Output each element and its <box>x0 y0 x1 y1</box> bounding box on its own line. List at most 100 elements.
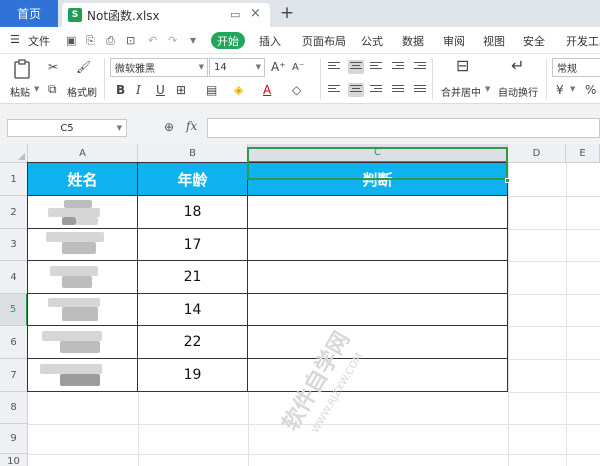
undo-icon[interactable]: ↶ <box>148 34 157 47</box>
paste-dropdown-icon[interactable]: ▼ <box>34 85 39 93</box>
cell-b7[interactable]: 19 <box>138 359 248 392</box>
font-name-select[interactable]: 微软雅黑 ▼ <box>110 58 208 77</box>
align-left-icon[interactable] <box>328 85 340 95</box>
quick-access-dropdown-icon[interactable]: ▼ <box>190 36 196 45</box>
print-preview-icon[interactable]: ⊡ <box>126 34 135 47</box>
row-header-7[interactable]: 7 <box>0 359 28 392</box>
tab-file[interactable]: S Not函数.xlsx ▭ × <box>62 3 270 27</box>
menu-developer[interactable]: 开发工具 <box>566 33 600 49</box>
gridline <box>508 326 600 327</box>
format-painter-icon[interactable]: 🖌 <box>76 60 91 74</box>
currency-icon[interactable]: ¥ <box>556 83 564 97</box>
cell-b6[interactable]: 22 <box>138 326 248 359</box>
cell-a1[interactable]: 姓名 <box>27 162 138 196</box>
distributed-icon[interactable] <box>414 85 426 95</box>
paste-icon[interactable] <box>12 58 34 80</box>
align-center-icon[interactable] <box>348 83 364 97</box>
border-icon[interactable]: ⊞ <box>176 83 186 97</box>
column-header-d[interactable]: D <box>508 144 566 163</box>
row-header-9[interactable]: 9 <box>0 424 28 454</box>
row-header-4[interactable]: 4 <box>0 261 28 294</box>
pin-icon[interactable]: ▭ <box>230 8 240 21</box>
gridline <box>508 229 600 230</box>
chevron-down-icon[interactable]: ▼ <box>485 85 490 93</box>
cell-c6[interactable] <box>248 326 508 359</box>
italic-icon[interactable]: I <box>136 83 141 97</box>
clear-format-icon[interactable]: ◇ <box>292 83 301 97</box>
menu-insert[interactable]: 插入 <box>259 33 281 49</box>
print-icon[interactable]: ⎙ <box>106 34 115 48</box>
select-all-button[interactable] <box>0 144 28 163</box>
column-header-b[interactable]: B <box>138 144 248 163</box>
save-icon[interactable]: ▣ <box>66 34 76 47</box>
row-header-8[interactable]: 8 <box>0 392 28 424</box>
cell-b4[interactable]: 21 <box>138 261 248 294</box>
name-box[interactable]: C5 ▼ <box>7 119 127 137</box>
row-header-6[interactable]: 6 <box>0 326 28 359</box>
zoom-search-icon[interactable]: ⊕ <box>164 120 174 134</box>
row-header-2[interactable]: 2 <box>0 196 28 229</box>
cell-b3[interactable]: 17 <box>138 229 248 261</box>
merge-center-icon[interactable]: ⊟ <box>456 58 469 74</box>
number-format-value: 常规 <box>557 64 577 75</box>
insert-function-button[interactable]: fx <box>186 119 197 133</box>
fill-color-icon[interactable]: ◈ <box>234 83 243 97</box>
cell-b2[interactable]: 18 <box>138 196 248 229</box>
menu-security[interactable]: 安全 <box>523 33 545 49</box>
gridline <box>138 390 139 466</box>
new-tab-button[interactable]: + <box>278 2 296 24</box>
tab-home[interactable]: 首页 <box>0 0 58 27</box>
cell-c3[interactable] <box>248 229 508 261</box>
chevron-down-icon[interactable]: ▼ <box>570 85 575 93</box>
column-header-a[interactable]: A <box>28 144 138 163</box>
menu-page-layout[interactable]: 页面布局 <box>302 33 346 49</box>
menu-start[interactable]: 开始 <box>211 32 245 49</box>
indent-decrease-icon[interactable] <box>392 62 404 72</box>
cut-icon[interactable]: ✂ <box>48 60 58 74</box>
cell-c5[interactable] <box>248 294 508 326</box>
menu-view[interactable]: 视图 <box>483 33 505 49</box>
font-color-icon[interactable]: A <box>263 83 271 97</box>
align-right-icon[interactable] <box>370 85 382 95</box>
close-icon[interactable]: × <box>250 6 261 21</box>
align-bottom-icon[interactable] <box>370 62 382 72</box>
row-header-5[interactable]: 5 <box>0 294 28 326</box>
cell-b1[interactable]: 年龄 <box>138 162 248 196</box>
underline-icon[interactable]: U <box>156 83 165 97</box>
number-format-select[interactable]: 常规 <box>552 58 600 77</box>
fill-handle[interactable] <box>505 178 510 183</box>
column-header-e[interactable]: E <box>566 144 600 163</box>
indent-increase-icon[interactable] <box>414 62 426 72</box>
format-painter-button[interactable]: 格式刷 <box>67 84 97 99</box>
copy-icon[interactable]: ⧉ <box>48 82 57 96</box>
font-size-select[interactable]: 14 ▼ <box>209 58 265 77</box>
export-icon[interactable]: ⎘ <box>86 34 95 48</box>
wrap-text-button[interactable]: 自动换行 <box>498 84 538 99</box>
menu-data[interactable]: 数据 <box>402 33 424 49</box>
bold-icon[interactable]: B <box>116 83 125 97</box>
cell-c2[interactable] <box>248 196 508 229</box>
align-middle-icon[interactable] <box>348 60 364 74</box>
row-header-1[interactable]: 1 <box>0 163 28 196</box>
active-cell-selection[interactable] <box>247 147 508 180</box>
decrease-font-icon[interactable]: A⁻ <box>292 61 304 75</box>
merge-center-button[interactable]: 合并居中 <box>441 84 481 99</box>
paste-button[interactable]: 粘贴 <box>10 84 30 99</box>
redo-icon[interactable]: ↷ <box>168 34 177 47</box>
row-header-3[interactable]: 3 <box>0 229 28 261</box>
cell-c4[interactable] <box>248 261 508 294</box>
formula-input[interactable] <box>207 118 600 138</box>
percent-icon[interactable]: % <box>585 83 596 97</box>
align-top-icon[interactable] <box>328 62 340 72</box>
fill-style-icon[interactable]: ▤ <box>206 83 217 97</box>
wrap-text-icon[interactable]: ↵ <box>511 58 524 74</box>
cell-b5[interactable]: 14 <box>138 294 248 326</box>
menu-formulas[interactable]: 公式 <box>361 33 383 49</box>
cell-c7[interactable] <box>248 359 508 392</box>
row-header-10[interactable]: 10 <box>0 454 28 466</box>
menu-file[interactable]: 文件 <box>28 33 50 49</box>
justify-icon[interactable] <box>392 85 404 95</box>
increase-font-icon[interactable]: A⁺ <box>271 60 286 74</box>
menu-review[interactable]: 审阅 <box>443 33 465 49</box>
hamburger-icon[interactable]: ☰ <box>10 33 20 46</box>
